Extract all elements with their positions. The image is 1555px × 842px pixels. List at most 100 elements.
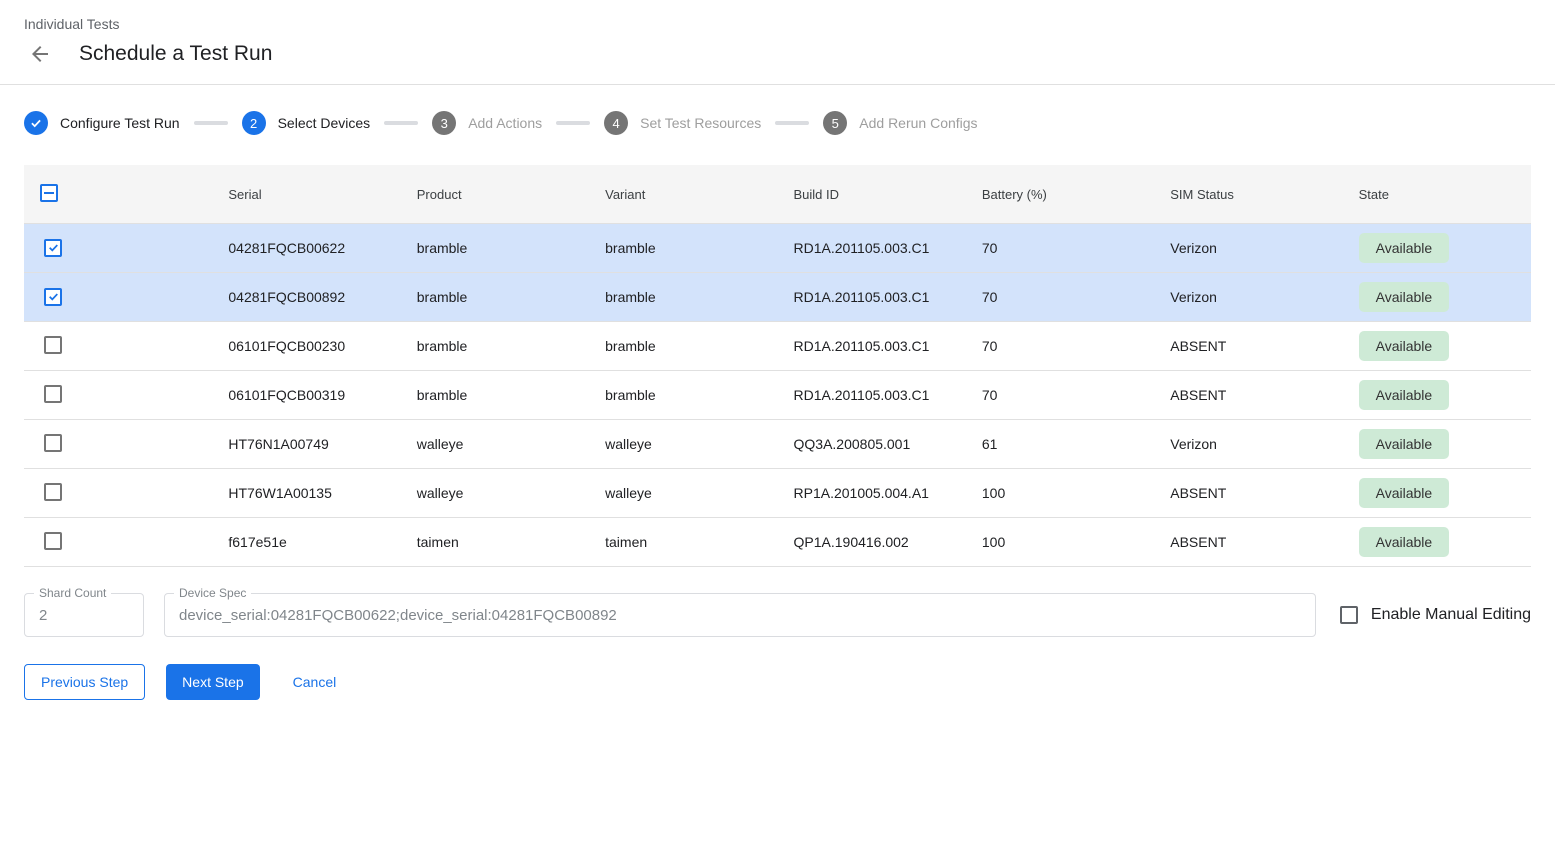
cell-build-id: RD1A.201105.003.C1 [778, 338, 966, 354]
shard-count-label: Shard Count [34, 586, 111, 600]
cell-product: walleye [401, 485, 589, 501]
step-select-devices[interactable]: 2 Select Devices [242, 111, 371, 135]
table-row[interactable]: 06101FQCB00319 bramble bramble RD1A.2011… [24, 371, 1531, 420]
cell-variant: walleye [589, 485, 777, 501]
cell-build-id: QP1A.190416.002 [778, 534, 966, 550]
column-header-state: State [1343, 187, 1531, 202]
state-badge: Available [1359, 478, 1450, 508]
device-spec-value: device_serial:04281FQCB00622;device_seri… [179, 607, 617, 624]
cell-product: bramble [401, 289, 589, 305]
device-spec-form: Shard Count 2 Device Spec device_serial:… [24, 593, 1531, 637]
page-title: Schedule a Test Run [79, 42, 272, 66]
stepper-connector [194, 121, 228, 125]
step-label: Set Test Resources [640, 115, 761, 131]
table-row[interactable]: 04281FQCB00892 bramble bramble RD1A.2011… [24, 273, 1531, 322]
enable-manual-editing-toggle[interactable]: Enable Manual Editing [1340, 606, 1531, 624]
device-table: Serial Product Variant Build ID Battery … [24, 165, 1531, 567]
cell-serial: 04281FQCB00622 [212, 240, 400, 256]
table-row[interactable]: f617e51e taimen taimen QP1A.190416.002 1… [24, 518, 1531, 567]
cell-serial: 06101FQCB00230 [212, 338, 400, 354]
cancel-button[interactable]: Cancel [277, 664, 353, 700]
breadcrumb: Individual Tests [24, 16, 1531, 32]
cell-sim-status: Verizon [1154, 436, 1342, 452]
table-row[interactable]: 06101FQCB00230 bramble bramble RD1A.2011… [24, 322, 1531, 371]
state-badge: Available [1359, 233, 1450, 263]
cell-sim-status: ABSENT [1154, 338, 1342, 354]
cell-build-id: RP1A.201005.004.A1 [778, 485, 966, 501]
step-label: Add Rerun Configs [859, 115, 977, 131]
stepper-connector [775, 121, 809, 125]
previous-step-button[interactable]: Previous Step [24, 664, 145, 700]
step-number: 2 [242, 111, 266, 135]
cell-product: walleye [401, 436, 589, 452]
cell-battery: 70 [966, 387, 1154, 403]
shard-count-field[interactable]: Shard Count 2 [24, 593, 144, 637]
table-row[interactable]: HT76N1A00749 walleye walleye QQ3A.200805… [24, 420, 1531, 469]
cell-serial: 06101FQCB00319 [212, 387, 400, 403]
device-spec-label: Device Spec [174, 586, 251, 600]
cell-battery: 70 [966, 289, 1154, 305]
row-checkbox[interactable] [44, 532, 62, 550]
select-all-checkbox[interactable] [40, 184, 58, 202]
step-label: Add Actions [468, 115, 542, 131]
step-add-actions[interactable]: 3 Add Actions [432, 111, 542, 135]
enable-manual-editing-label: Enable Manual Editing [1371, 606, 1531, 624]
cell-variant: bramble [589, 289, 777, 305]
enable-manual-editing-checkbox[interactable] [1340, 606, 1358, 624]
cell-battery: 61 [966, 436, 1154, 452]
cell-build-id: QQ3A.200805.001 [778, 436, 966, 452]
cell-serial: HT76N1A00749 [212, 436, 400, 452]
step-completed-check-icon [24, 111, 48, 135]
state-badge: Available [1359, 282, 1450, 312]
state-badge: Available [1359, 527, 1450, 557]
cell-product: taimen [401, 534, 589, 550]
cell-serial: f617e51e [212, 534, 400, 550]
device-spec-field[interactable]: Device Spec device_serial:04281FQCB00622… [164, 593, 1316, 637]
row-checkbox[interactable] [44, 483, 62, 501]
column-header-sim-status: SIM Status [1154, 187, 1342, 202]
cell-battery: 100 [966, 534, 1154, 550]
step-add-rerun-configs[interactable]: 5 Add Rerun Configs [823, 111, 977, 135]
cell-serial: HT76W1A00135 [212, 485, 400, 501]
column-header-serial: Serial [212, 187, 400, 202]
cell-sim-status: ABSENT [1154, 534, 1342, 550]
table-row[interactable]: HT76W1A00135 walleye walleye RP1A.201005… [24, 469, 1531, 518]
cell-battery: 70 [966, 338, 1154, 354]
state-badge: Available [1359, 429, 1450, 459]
row-checkbox[interactable] [44, 288, 62, 306]
cell-build-id: RD1A.201105.003.C1 [778, 289, 966, 305]
stepper-connector [384, 121, 418, 125]
step-number: 4 [604, 111, 628, 135]
next-step-button[interactable]: Next Step [166, 664, 259, 700]
cell-sim-status: ABSENT [1154, 485, 1342, 501]
cell-variant: bramble [589, 240, 777, 256]
cell-build-id: RD1A.201105.003.C1 [778, 387, 966, 403]
step-number: 5 [823, 111, 847, 135]
step-label: Select Devices [278, 115, 371, 131]
cell-sim-status: ABSENT [1154, 387, 1342, 403]
back-arrow-icon[interactable] [28, 42, 52, 66]
state-badge: Available [1359, 380, 1450, 410]
step-configure-test-run[interactable]: Configure Test Run [24, 111, 180, 135]
row-checkbox[interactable] [44, 239, 62, 257]
page-header: Individual Tests Schedule a Test Run [0, 0, 1555, 85]
stepper-connector [556, 121, 590, 125]
cell-variant: bramble [589, 387, 777, 403]
cell-battery: 70 [966, 240, 1154, 256]
cell-product: bramble [401, 387, 589, 403]
step-number: 3 [432, 111, 456, 135]
device-table-header: Serial Product Variant Build ID Battery … [24, 165, 1531, 224]
row-checkbox[interactable] [44, 434, 62, 452]
step-set-test-resources[interactable]: 4 Set Test Resources [604, 111, 761, 135]
cell-battery: 100 [966, 485, 1154, 501]
device-table-body: 04281FQCB00622 bramble bramble RD1A.2011… [24, 224, 1531, 567]
row-checkbox[interactable] [44, 385, 62, 403]
table-row[interactable]: 04281FQCB00622 bramble bramble RD1A.2011… [24, 224, 1531, 273]
column-header-product: Product [401, 187, 589, 202]
stepper: Configure Test Run 2 Select Devices 3 Ad… [24, 109, 1531, 137]
cell-sim-status: Verizon [1154, 289, 1342, 305]
step-label: Configure Test Run [60, 115, 180, 131]
column-header-battery: Battery (%) [966, 187, 1154, 202]
row-checkbox[interactable] [44, 336, 62, 354]
cell-product: bramble [401, 338, 589, 354]
